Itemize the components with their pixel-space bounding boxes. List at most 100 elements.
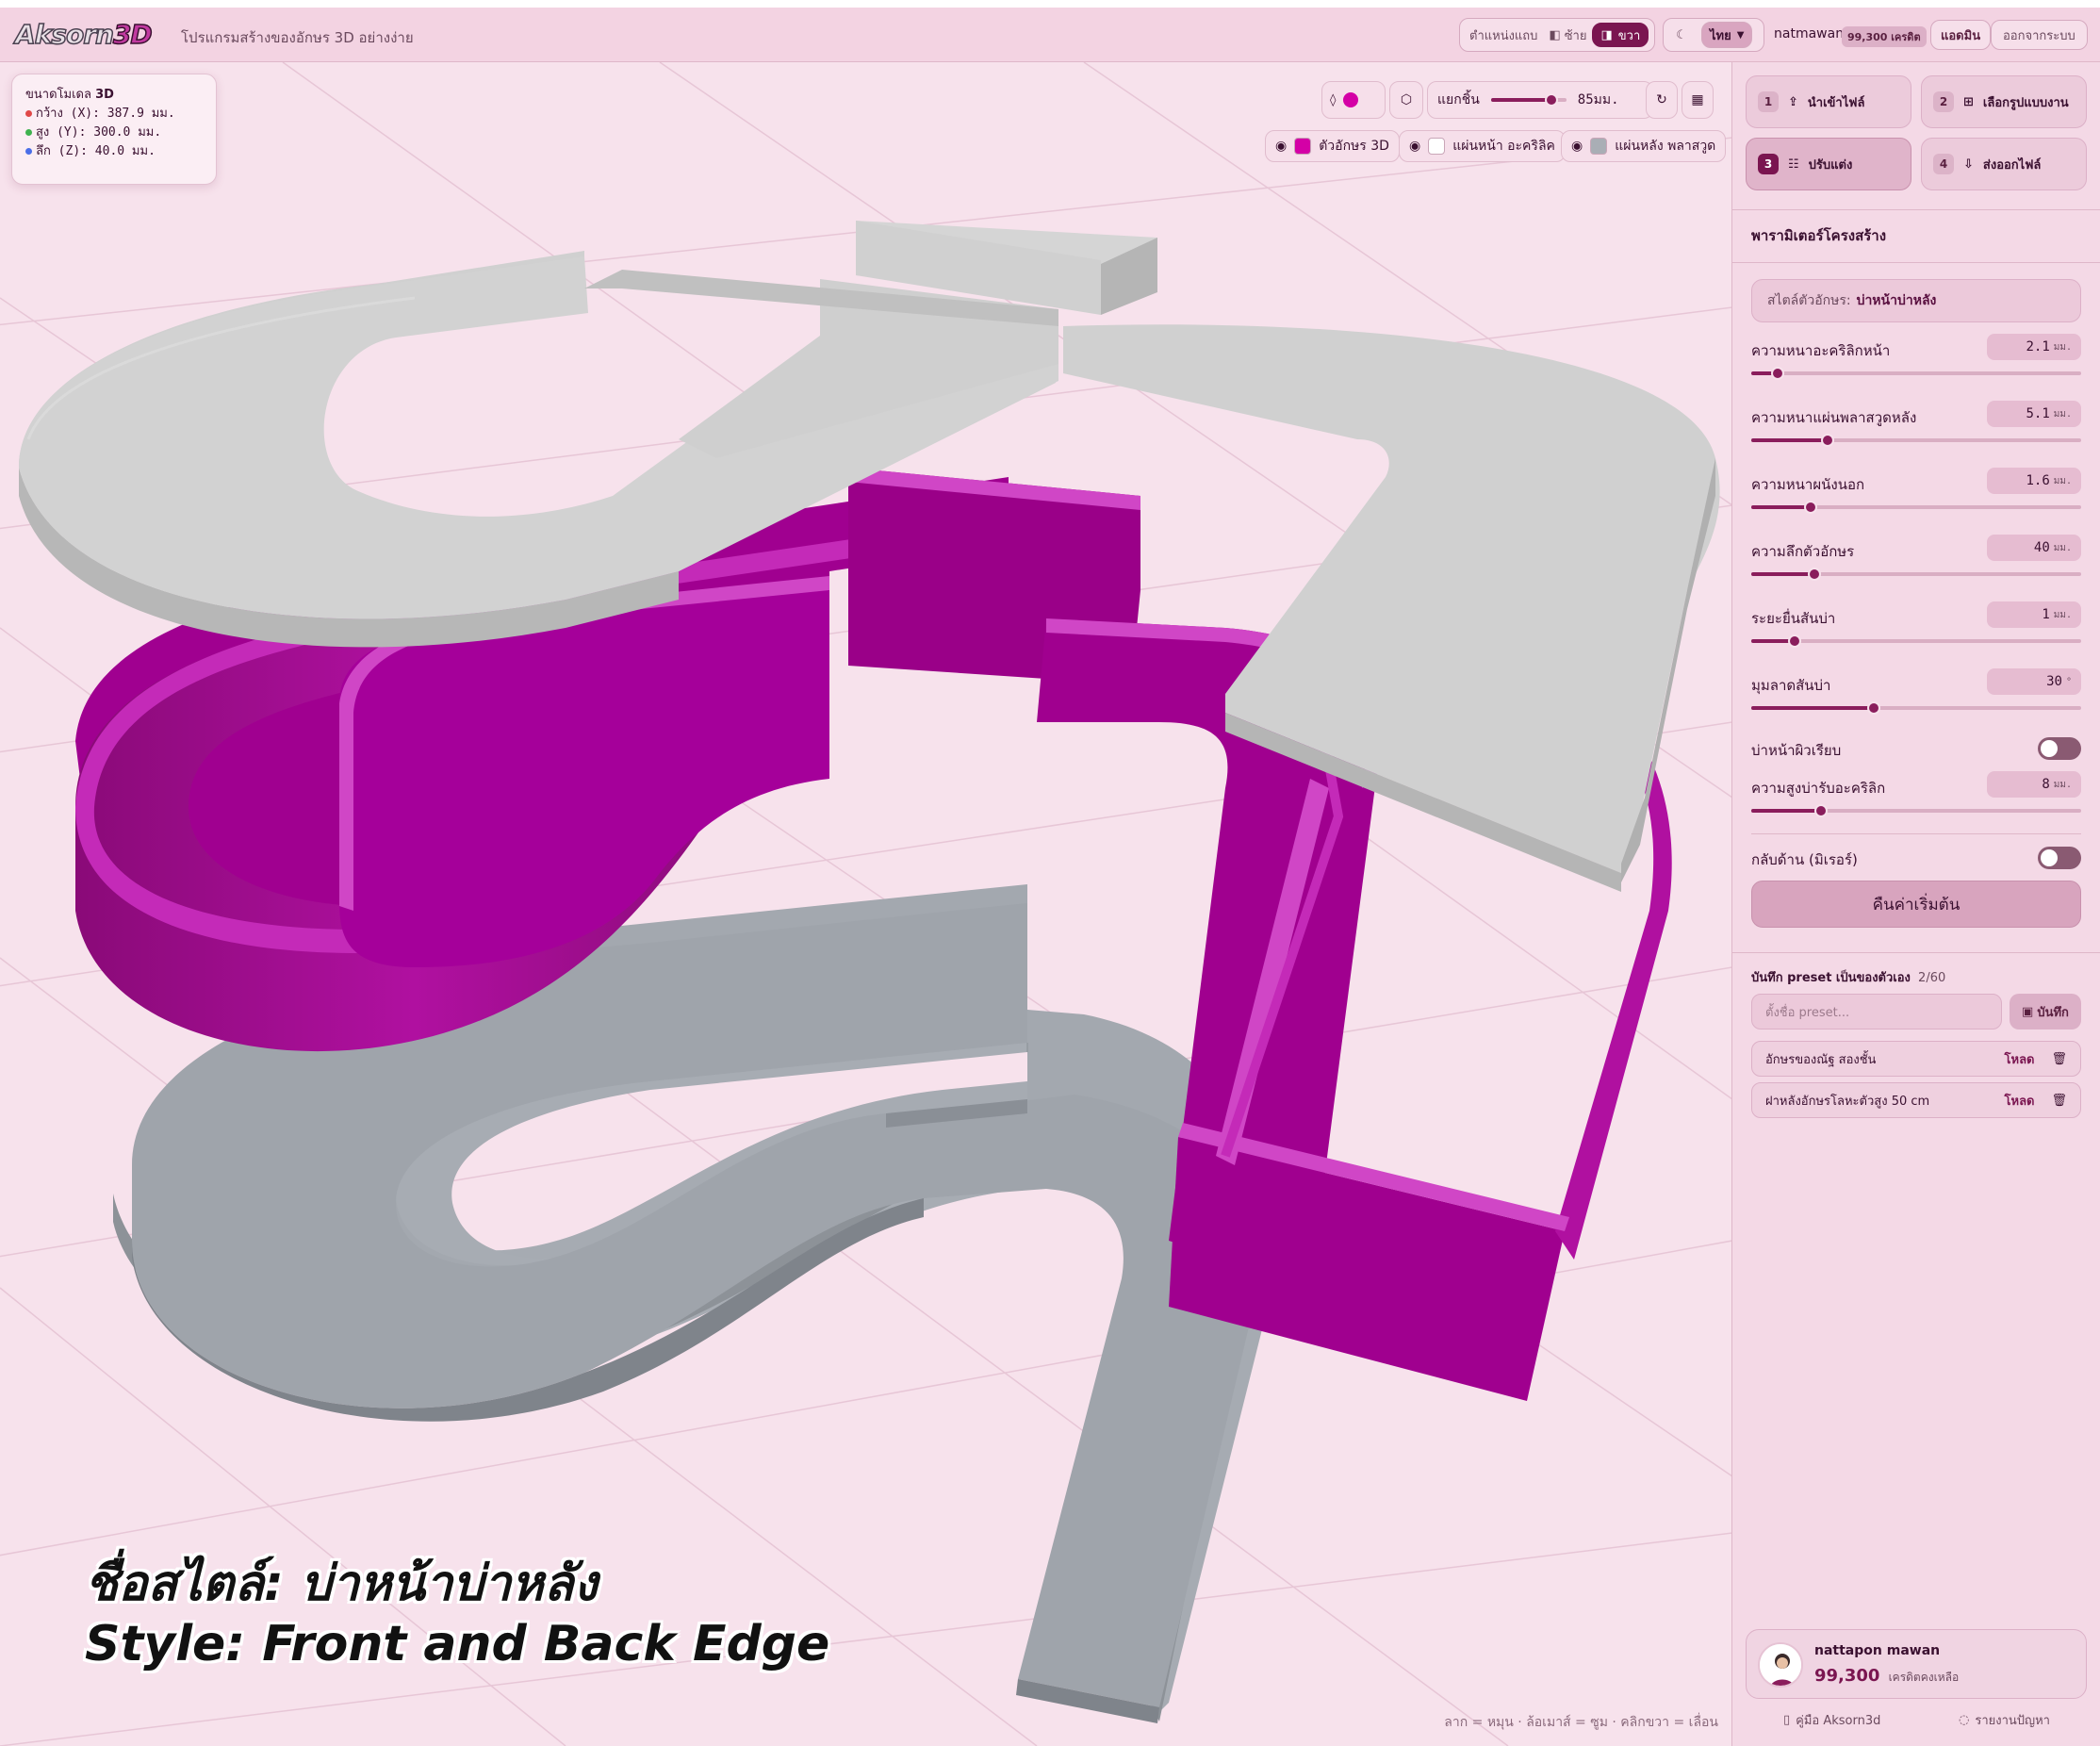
param-slider[interactable] [1751, 434, 2081, 447]
dimensions-title: ขนาดโมเดล 3D [25, 88, 114, 102]
step-export[interactable]: 4 ⇩ ส่งออกไฟล์ [1921, 138, 2087, 190]
save-icon: ▣ [2022, 1004, 2034, 1019]
layer-label: แผ่นหน้า อะคริลิค [1452, 139, 1555, 154]
preset-header: บันทึก preset เป็นของตัวเอง 2/60 [1751, 967, 1945, 987]
dimension-height: สูง (Y): 300.0 มม. [25, 124, 203, 142]
preset-item[interactable]: ฝาหลังอักษรโลหะตัวสูง 50 cm โหลด 🗑 [1751, 1082, 2081, 1118]
dark-mode-toggle[interactable]: ☾ [1667, 28, 1696, 42]
preset-item[interactable]: อักษรของณัฐ สองชั้น โหลด 🗑 [1751, 1041, 2081, 1077]
param-label: ความสูงบ่ารับอะคริลิก [1751, 780, 1886, 797]
color-mode-toggle[interactable]: ◊ [1321, 81, 1386, 119]
smooth-edge-toggle[interactable] [2038, 737, 2081, 760]
explode-control: แยกชิ้น 85มม. [1427, 81, 1653, 119]
panel-left-icon: ◧ [1549, 27, 1561, 42]
preset-count: 2/60 [1918, 971, 1946, 985]
chat-icon: ◌ [1959, 1713, 1970, 1727]
eye-icon: ◉ [1275, 139, 1288, 154]
layer-toggle-front-acrylic[interactable]: ◉ แผ่นหน้า อะคริลิค [1399, 130, 1566, 162]
preset-name: อักษรของณัฐ สองชั้น [1765, 1052, 1877, 1067]
model-dimensions-card: ขนาดโมเดล 3D กว้าง (X): 387.9 มม. สูง (Y… [11, 74, 217, 185]
param-value-input[interactable]: 40 มม. [1987, 535, 2081, 561]
param-value-input[interactable]: 30 ° [1987, 668, 2081, 695]
upload-icon: ⇪ [1788, 94, 1798, 109]
layer-label: แผ่นหลัง พลาสวูด [1615, 139, 1716, 154]
download-icon: ⇩ [1963, 156, 1974, 172]
preset-name-input[interactable]: ตั้งชื่อ preset... [1751, 994, 2002, 1029]
guide-link[interactable]: ▯ คู่มือ Aksorn3d [1783, 1710, 1880, 1730]
chevron-down-icon: ▼ [1736, 29, 1745, 41]
style-overlay-caption: ชื่อสไตล์: บ่าหน้าบ่าหลัง Style: Front a… [85, 1554, 829, 1674]
trash-icon[interactable]: 🗑 [2051, 1094, 2067, 1108]
theme-language-group: ☾ ไทย ▼ [1663, 18, 1764, 52]
reset-view-button[interactable]: ↻ [1646, 81, 1678, 119]
step-import[interactable]: 1 ⇪ นำเข้าไฟล์ [1746, 75, 1911, 128]
grid-toggle-button[interactable]: ▦ [1682, 81, 1714, 119]
moon-icon: ☾ [1676, 27, 1687, 42]
user-name: nattapon mawan [1814, 1643, 1941, 1658]
panel-right-icon: ◨ [1600, 27, 1613, 42]
preset-load-button[interactable]: โหลด [2005, 1091, 2035, 1111]
admin-button[interactable]: แอดมิน [1930, 20, 1992, 50]
param-value-input[interactable]: 2.1 มม. [1987, 334, 2081, 360]
3d-viewport[interactable]: ขนาดโมเดล 3D กว้าง (X): 387.9 มม. สูง (Y… [0, 62, 1732, 1746]
param-slider[interactable] [1751, 501, 2081, 514]
param-label: ความหนาแผ่นพลาสวูดหลัง [1751, 409, 1917, 426]
param-slider[interactable] [1751, 701, 2081, 715]
view-cube-button[interactable]: ⬡ [1389, 81, 1423, 119]
preset-load-button[interactable]: โหลด [2005, 1049, 2035, 1069]
style-caption-english: Style: Front and Back Edge [85, 1616, 830, 1672]
divider [1732, 262, 2100, 263]
app-logo[interactable]: Aksorn3D [14, 18, 153, 51]
param-label: ระยะยื่นสันบ่า [1751, 610, 1836, 627]
reset-defaults-button[interactable]: คืนค่าเริ่มต้น [1751, 881, 2081, 928]
user-card[interactable]: nattapon mawan 99,300 เครดิตคงเหลือ [1746, 1629, 2087, 1699]
layer-color-swatch [1428, 138, 1446, 155]
param-slider[interactable] [1751, 804, 2081, 817]
explode-label: แยกชิ้น [1437, 92, 1480, 107]
cube-icon: ⬡ [1400, 92, 1413, 107]
param-value-input[interactable]: 8 มม. [1987, 771, 2081, 798]
layer-toggle-back-plate[interactable]: ◉ แผ่นหลัง พลาสวูด [1561, 130, 1727, 162]
settings-sidebar: 1 ⇪ นำเข้าไฟล์ 2 ⊞ เลือกรูปแบบงาน 3 ☷ ปรับแต่ง… [1732, 62, 2100, 1746]
param-value-input[interactable]: 1.6 มม. [1987, 468, 2081, 494]
book-icon: ▯ [1783, 1713, 1791, 1727]
layer-toggle-letter[interactable]: ◉ ตัวอักษร 3D [1265, 130, 1400, 162]
save-preset-button[interactable]: ▣ บันทึก [2010, 994, 2081, 1029]
param-slider[interactable] [1751, 367, 2081, 380]
logout-button[interactable]: ออกจากระบบ [1991, 20, 2088, 50]
param-slider[interactable] [1751, 568, 2081, 581]
sliders-icon: ☷ [1788, 156, 1799, 172]
layer-color-swatch [1294, 138, 1312, 155]
report-issue-link[interactable]: ◌ รายงานปัญหา [1959, 1710, 2050, 1730]
step-select-template[interactable]: 2 ⊞ เลือกรูปแบบงาน [1921, 75, 2087, 128]
language-select[interactable]: ไทย ▼ [1701, 22, 1753, 48]
app-header: Aksorn3D โปรแกรมสร้างของอักษร 3D อย่างง่… [0, 8, 2100, 62]
mirror-toggle[interactable] [2038, 847, 2081, 869]
top-edge [0, 0, 2100, 8]
preset-title: บันทึก preset เป็นของตัวเอง [1751, 971, 1911, 985]
sidebar-right-button[interactable]: ◨ ขวา [1592, 23, 1649, 47]
trash-icon[interactable]: 🗑 [2051, 1052, 2067, 1066]
param-label: ความหนาอะคริลิกหน้า [1751, 342, 1891, 359]
param-value-input[interactable]: 5.1 มม. [1987, 401, 2081, 427]
eye-icon: ◉ [1571, 139, 1583, 154]
app-tagline: โปรแกรมสร้างของอักษร 3D อย่างง่าย [181, 29, 414, 46]
user-credits: 99,300 เครดิตคงเหลือ [1814, 1666, 1960, 1686]
divider [1751, 833, 2081, 834]
letter-style-display: สไตล์ตัวอักษร: บ่าหน้าบ่าหลัง [1751, 279, 2081, 322]
3d-scene[interactable] [0, 62, 1732, 1746]
param-value-input[interactable]: 1 มม. [1987, 601, 2081, 628]
divider [1732, 209, 2100, 210]
style-caption-thai: ชื่อสไตล์: บ่าหน้าบ่าหลัง [85, 1556, 598, 1612]
param-label: ความลึกตัวอักษร [1751, 543, 1855, 560]
mirror-label: กลับด้าน (มิเรอร์) [1751, 851, 1858, 868]
sidebar-left-button[interactable]: ◧ ซ้าย [1549, 25, 1586, 45]
sidebar-position-group: ตำแหน่งแถบ ◧ ซ้าย ◨ ขวา [1459, 18, 1655, 52]
color-swatch [1343, 92, 1359, 107]
param-slider[interactable] [1751, 634, 2081, 648]
preset-name: ฝาหลังอักษรโลหะตัวสูง 50 cm [1765, 1094, 1930, 1109]
step-customize[interactable]: 3 ☷ ปรับแต่ง [1746, 138, 1911, 190]
param-label: มุมลาดสันบ่า [1751, 677, 1831, 694]
explode-value: 85มม. [1577, 92, 1619, 107]
explode-slider[interactable] [1490, 93, 1567, 107]
